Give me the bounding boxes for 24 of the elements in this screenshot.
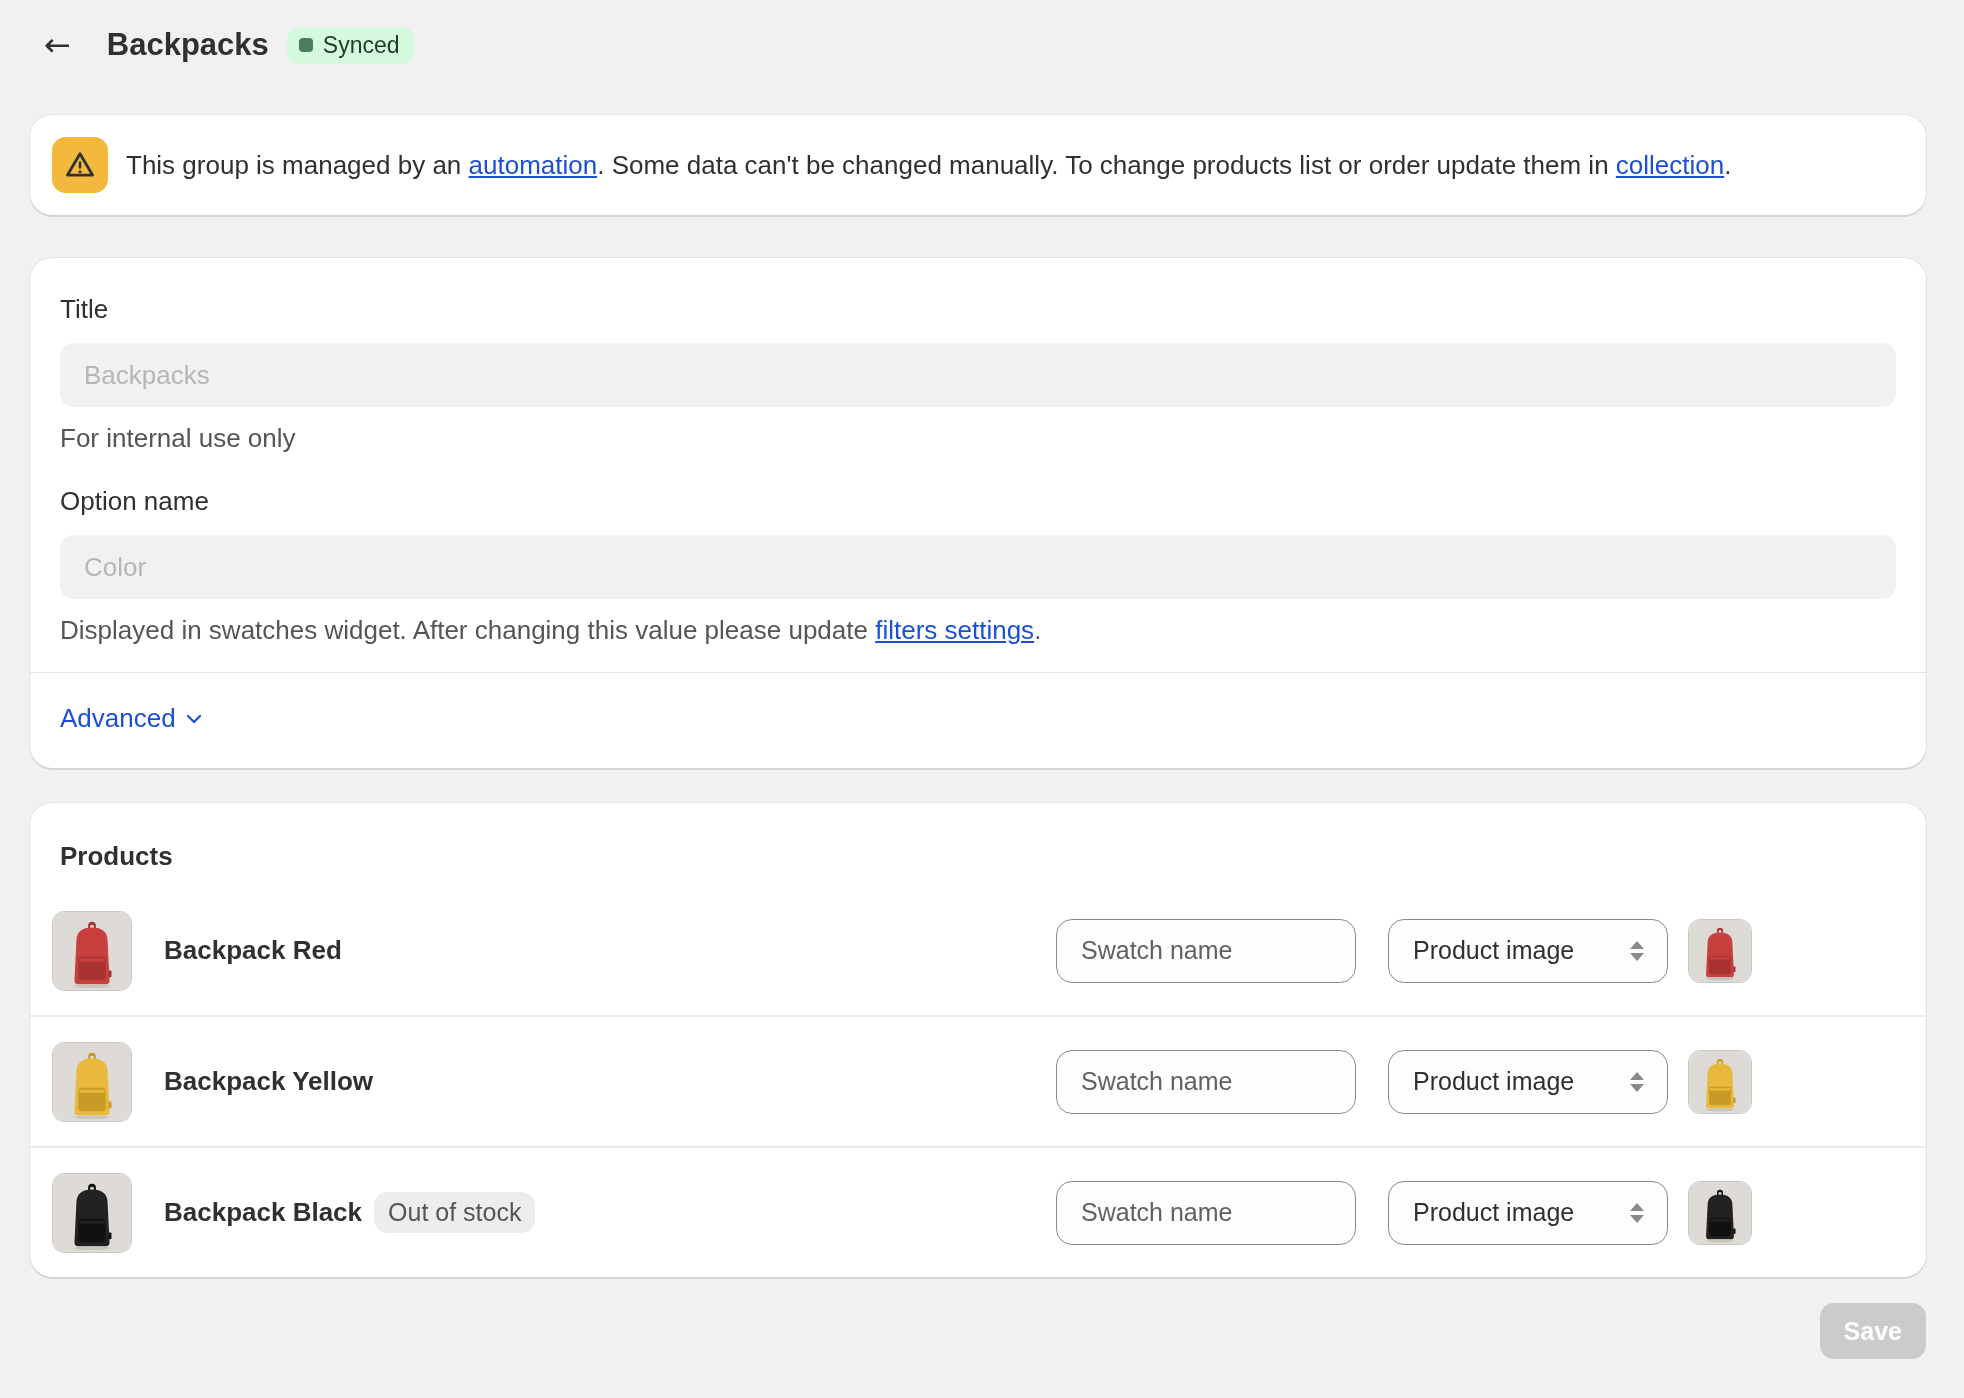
back-button[interactable]: ← <box>40 26 75 64</box>
notice-link[interactable]: collection <box>1615 149 1725 180</box>
image-source-select[interactable]: Product image <box>1388 1049 1668 1114</box>
page-title: Backpacks <box>106 27 269 63</box>
product-name: Backpack Yellow <box>164 1066 374 1097</box>
field-label: Title <box>60 294 110 325</box>
notice-link[interactable]: automation <box>468 149 598 180</box>
swatch-name-field[interactable]: Swatch name <box>1056 1049 1356 1114</box>
status-label: Synced <box>322 31 400 59</box>
field-label: Option name <box>60 486 210 517</box>
chevron-down-icon <box>185 713 202 724</box>
product-name: Backpack Red <box>164 935 342 966</box>
image-source-select[interactable]: Product image <box>1388 918 1668 983</box>
section-heading: Products <box>59 841 174 873</box>
image-source-select[interactable]: Product image <box>1388 1180 1668 1245</box>
swatch-name-field[interactable]: Swatch name <box>1056 1180 1356 1245</box>
stock-badge: Out of stock <box>374 1192 536 1233</box>
help-text: For internal use only <box>60 423 297 454</box>
warning-icon <box>52 137 108 193</box>
product-name: Backpack Black <box>164 1197 363 1228</box>
swatch-name-field[interactable]: Swatch name <box>1056 918 1356 983</box>
advanced-toggle[interactable]: Advanced <box>60 703 202 734</box>
notice-text: This group is managed by an automation. Some data can't be changed manually. To change products list or order update them in collection. <box>126 149 1732 181</box>
help-text: Displayed in swatches widget. After changing this value please update filters settings. <box>60 615 1043 646</box>
